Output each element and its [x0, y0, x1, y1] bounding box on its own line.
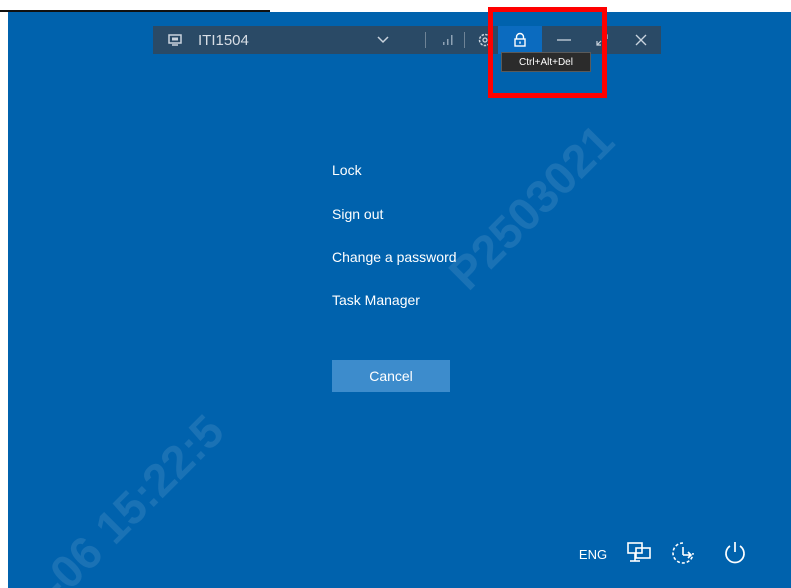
- menu-item-task-manager[interactable]: Task Manager: [332, 292, 420, 308]
- remote-session-title: ITI1504: [198, 31, 249, 49]
- signal-strength-icon[interactable]: [436, 26, 460, 54]
- menu-item-sign-out[interactable]: Sign out: [332, 206, 383, 222]
- watermark-text-1: P2503021: [438, 114, 624, 300]
- bar-divider: [425, 32, 426, 48]
- network-icon[interactable]: [622, 538, 656, 568]
- chevron-down-icon[interactable]: [371, 26, 395, 54]
- cancel-button[interactable]: Cancel: [332, 360, 450, 392]
- watermark-text-2: -06 15:22:5: [28, 404, 234, 588]
- accessibility-icon[interactable]: [666, 538, 700, 568]
- input-language-indicator[interactable]: ENG: [576, 542, 610, 566]
- secure-desktop-screen: P2503021 -06 15:22:5 ITI1504 Ctrl+Alt+De…: [8, 12, 791, 588]
- menu-item-change-password[interactable]: Change a password: [332, 249, 457, 265]
- power-icon[interactable]: [718, 536, 752, 570]
- highlight-box: [488, 7, 607, 98]
- bar-divider: [464, 32, 465, 48]
- menu-item-lock[interactable]: Lock: [332, 162, 362, 178]
- close-icon[interactable]: [627, 26, 655, 54]
- remote-desktop-icon[interactable]: [163, 26, 187, 54]
